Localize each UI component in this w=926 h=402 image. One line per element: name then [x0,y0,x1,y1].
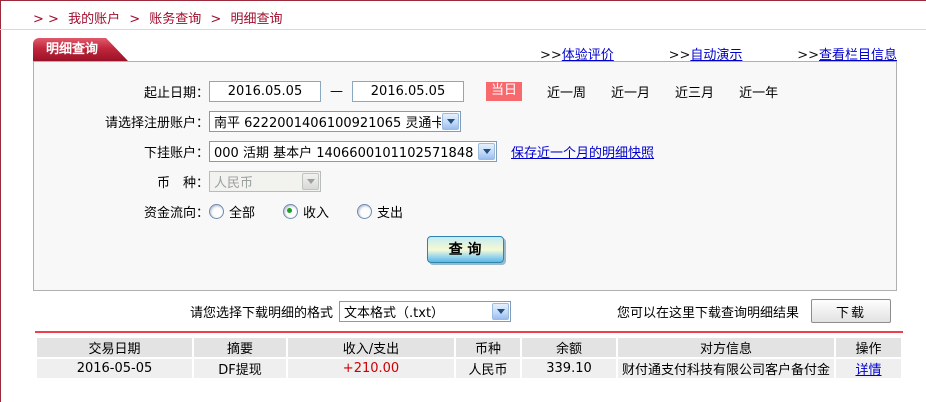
quick-range-month[interactable]: 近一月 [611,82,650,101]
sub-account-value: 000 活期 基本户 1406600101102571848 [210,142,477,161]
sub-account-select[interactable]: 000 活期 基本户 1406600101102571848 [209,141,497,162]
radio-checked-icon[interactable] [283,204,298,219]
breadcrumb-item-detail-query[interactable]: 明细查询 [230,12,282,27]
quick-range-quarter[interactable]: 近三月 [675,82,714,101]
detail-link[interactable]: 详情 [855,363,881,378]
chevron-down-icon [478,143,495,160]
download-row: 请您选择下载明细的格式 文本格式（.txt） 您可以在这里下载查询明细结果 下载 [0,299,926,323]
date-range-label: 起止日期： [34,82,209,101]
chevron-down-icon [302,173,319,190]
radio-option-all[interactable]: 全部 [209,202,255,221]
download-format-value: 文本格式（.txt） [340,302,448,321]
cell-balance: 339.10 [522,359,616,378]
sub-account-label: 下挂账户： [34,142,209,161]
cell-amount: +210.00 [288,359,454,378]
col-header-action: 操作 [836,338,901,357]
radio-option-income[interactable]: 收入 [283,202,329,221]
submit-row: 查 询 [34,236,896,263]
page: > > 我的账户 > 账务查询 > 明细查询 明细查询 >>体验评价 >>自动演… [0,0,926,402]
breadcrumb-item-account-query[interactable]: 账务查询 [149,12,201,27]
currency-label: 币 种： [34,172,209,191]
results-table: 交易日期 摘要 收入/支出 币种 余额 对方信息 操作 2016-05-05 D… [35,336,903,380]
query-form: 起止日期： — 当日 近一周 近一月 近三月 近一年 请选择注册账户： 南平 6… [34,62,896,263]
currency-select: 人民币 [209,171,321,192]
fund-flow-row: 资金流向： 全部 收入 支出 [34,199,896,223]
download-button[interactable]: 下载 [811,299,891,323]
download-format-label: 请您选择下载明细的格式 [190,302,333,321]
breadcrumb-prefix: > > [33,12,59,27]
registered-account-row: 请选择注册账户： 南平 6222001406100921065 灵通卡 [34,109,896,133]
page-top-border [0,0,926,1]
table-top-rule [35,331,903,333]
fund-flow-options: 全部 收入 支出 [209,202,431,221]
registered-account-select[interactable]: 南平 6222001406100921065 灵通卡 [209,111,461,132]
radio-label-income: 收入 [303,202,329,221]
breadcrumb-item-my-account[interactable]: 我的账户 [68,12,120,27]
chevron-down-icon [442,113,459,130]
cell-date: 2016-05-05 [37,359,192,378]
currency-row: 币 种： 人民币 [34,169,896,193]
col-header-counterparty: 对方信息 [618,338,834,357]
col-header-currency: 币种 [456,338,520,357]
breadcrumb: > > 我的账户 > 账务查询 > 明细查询 [33,8,282,27]
col-header-balance: 余额 [522,338,616,357]
radio-option-expense[interactable]: 支出 [357,202,403,221]
date-range-dash: — [330,84,343,99]
col-header-amount: 收入/支出 [288,338,454,357]
quick-range-today[interactable]: 当日 [486,82,522,101]
cell-currency: 人民币 [456,359,520,378]
quick-range-week[interactable]: 近一周 [547,82,586,101]
fund-flow-label: 资金流向： [34,202,209,221]
breadcrumb-separator: > [129,12,140,27]
registered-account-label: 请选择注册账户： [34,112,209,131]
chevron-down-icon [492,303,509,320]
date-from-input[interactable] [209,81,321,102]
query-panel: 起止日期： — 当日 近一周 近一月 近三月 近一年 请选择注册账户： 南平 6… [33,61,897,291]
table-header-row: 交易日期 摘要 收入/支出 币种 余额 对方信息 操作 [37,338,901,357]
page-left-border [0,0,1,402]
query-button[interactable]: 查 询 [427,236,504,263]
radio-icon[interactable] [357,204,372,219]
download-hint: 您可以在这里下载查询明细结果 [617,302,799,321]
radio-label-all: 全部 [229,202,255,221]
radio-label-expense: 支出 [377,202,403,221]
download-format-select[interactable]: 文本格式（.txt） [339,301,511,322]
breadcrumb-separator: > [210,12,221,27]
snapshot-link[interactable]: 保存近一个月的明细快照 [511,142,654,161]
registered-account-value: 南平 6222001406100921065 灵通卡 [210,112,441,131]
currency-value: 人民币 [210,172,257,191]
table-row: 2016-05-05 DF提现 +210.00 人民币 339.10 财付通支付… [37,359,901,378]
quick-range-year[interactable]: 近一年 [739,82,778,101]
radio-icon[interactable] [209,204,224,219]
cell-summary: DF提现 [194,359,286,378]
date-range-row: 起止日期： — 当日 近一周 近一月 近三月 近一年 [34,79,896,103]
sub-account-row: 下挂账户： 000 活期 基本户 1406600101102571848 保存近… [34,139,896,163]
breadcrumb-divider [0,29,926,30]
date-to-input[interactable] [352,81,464,102]
cell-counterparty: 财付通支付科技有限公司客户备付金 [618,359,834,378]
col-header-date: 交易日期 [37,338,192,357]
col-header-summary: 摘要 [194,338,286,357]
tab-detail-query[interactable]: 明细查询 [33,38,128,61]
